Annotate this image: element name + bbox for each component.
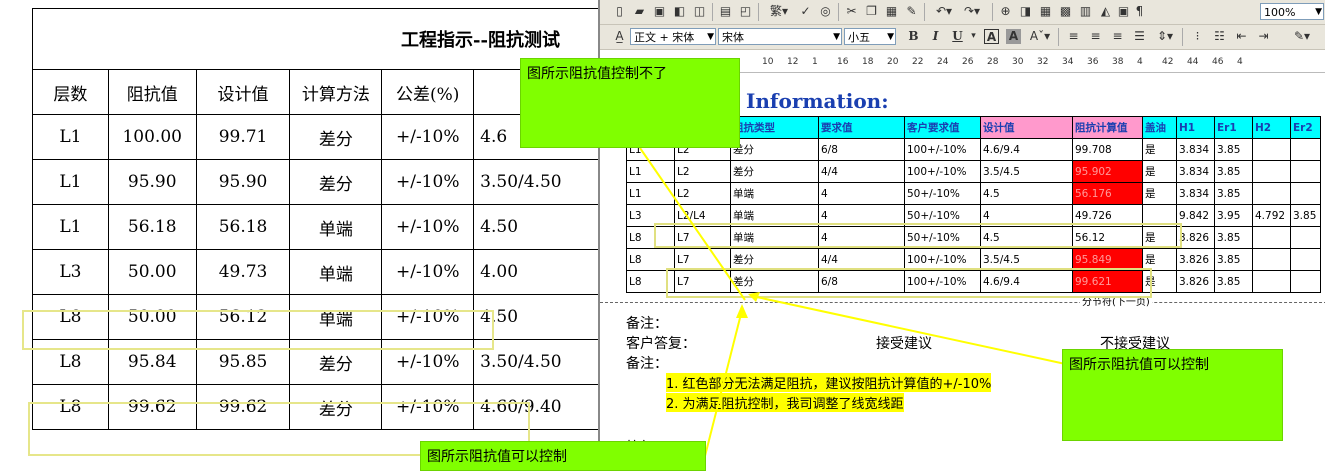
callout-uncontrollable: 图所示阻抗值控制不了: [520, 58, 740, 148]
callout-controllable-bottom: 图所示阻抗值可以控制: [420, 441, 706, 471]
callout-controllable-right: 图所示阻抗值可以控制: [1062, 349, 1283, 441]
